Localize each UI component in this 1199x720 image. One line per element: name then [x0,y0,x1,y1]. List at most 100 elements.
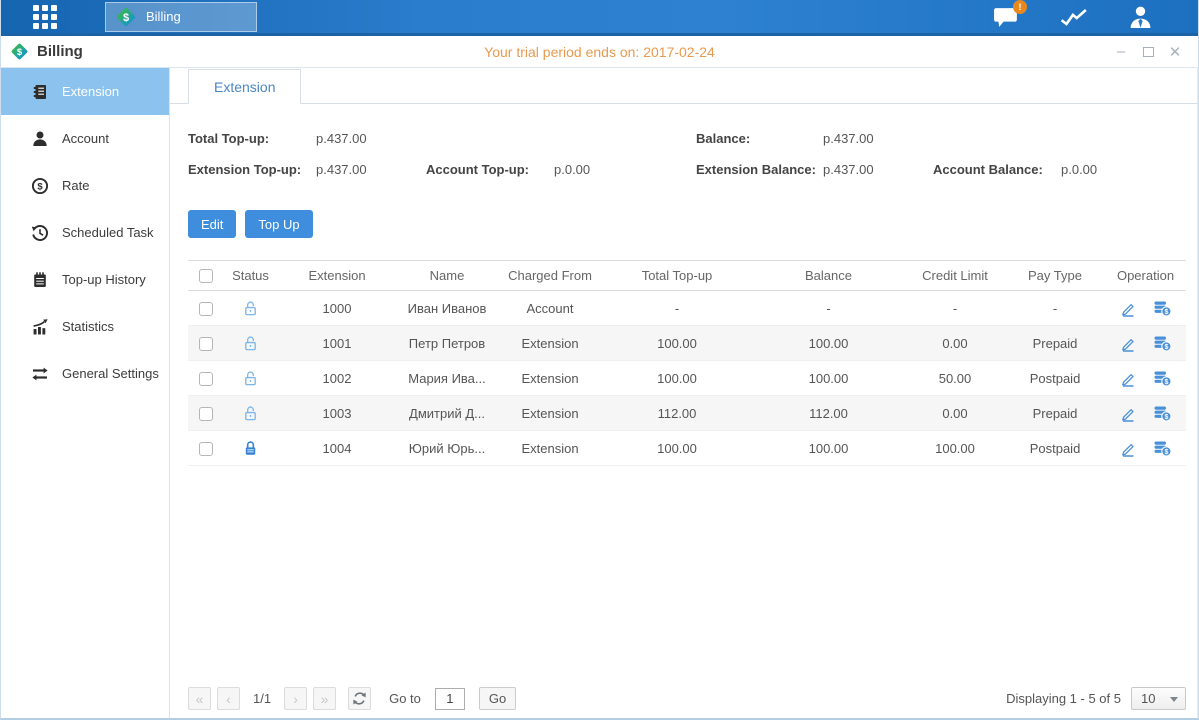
cell-charged-from: Extension [498,441,602,456]
stats-icon [31,318,49,336]
prev-page-button[interactable]: ‹ [217,687,240,710]
main-panel: Extension Total Top-up: p.437.00 Extensi… [169,68,1198,718]
sidebar-label: Account [62,131,109,146]
balance-label: Balance: [696,131,823,146]
sidebar-item-general-settings[interactable]: General Settings [1,350,169,397]
cell-extension: 1000 [278,301,396,316]
sidebar-item-extension[interactable]: Extension [1,68,169,115]
sidebar-item-scheduled-task[interactable]: Scheduled Task [1,209,169,256]
topup-coins-icon[interactable]: $ [1153,439,1172,457]
row-checkbox[interactable] [199,302,213,316]
svg-text:$: $ [17,47,23,58]
next-page-button[interactable]: › [284,687,307,710]
cell-total-topup: - [602,301,752,316]
cell-pay-type: Prepaid [1005,406,1105,421]
sidebar-label: Top-up History [62,272,146,287]
ledger-icon [31,83,49,101]
edit-icon[interactable] [1119,439,1137,457]
cell-balance: 100.00 [752,371,905,386]
table-row: 1001Петр ПетровExtension100.00100.000.00… [188,326,1186,361]
cell-pay-type: - [1005,301,1105,316]
first-page-button[interactable]: « [188,687,211,710]
cell-pay-type: Prepaid [1005,336,1105,351]
select-all-checkbox[interactable] [199,269,213,283]
billing-diamond-icon: $ [115,6,137,28]
reports-chart-icon[interactable] [1060,6,1088,28]
row-checkbox[interactable] [199,337,213,351]
refresh-icon [352,691,367,706]
col-operation: Operation [1105,268,1186,283]
page-size-select[interactable]: 10 [1131,687,1186,710]
topup-coins-icon[interactable]: $ [1153,299,1172,317]
app-window: $ Billing ! [0,0,1199,720]
sidebar-item-rate[interactable]: $ Rate [1,162,169,209]
svg-text:$: $ [1164,414,1168,421]
tab-extension[interactable]: Extension [188,69,301,104]
edit-icon[interactable] [1119,404,1137,422]
row-checkbox[interactable] [199,372,213,386]
goto-label: Go to [389,691,421,706]
cell-name: Петр Петров [396,336,498,351]
account-topup-value: p.0.00 [554,162,590,177]
cell-pay-type: Postpaid [1005,371,1105,386]
extension-topup-value: p.437.00 [316,162,426,177]
status-lock-icon [242,300,259,317]
goto-page-input[interactable] [435,688,465,710]
go-button[interactable]: Go [479,687,516,710]
transfer-arrows-icon [31,365,49,383]
sidebar-label: Scheduled Task [62,225,154,240]
cell-extension: 1003 [278,406,396,421]
topup-coins-icon[interactable]: $ [1153,334,1172,352]
status-lock-icon [242,440,259,457]
apps-grid-icon[interactable] [31,3,59,31]
sidebar-item-topup-history[interactable]: Top-up History [1,256,169,303]
balance-value: p.437.00 [823,131,874,146]
top-up-button[interactable]: Top Up [245,210,312,238]
minimize-icon[interactable]: – [1114,45,1128,59]
row-checkbox[interactable] [199,442,213,456]
sidebar-item-statistics[interactable]: Statistics [1,303,169,350]
edit-button[interactable]: Edit [188,210,236,238]
cell-extension: 1002 [278,371,396,386]
person-glyph [1128,5,1153,29]
taskbar-billing-button[interactable]: $ Billing [105,2,257,32]
maximize-icon[interactable] [1141,45,1155,59]
table-body: 1000Иван ИвановAccount----$1001Петр Петр… [188,291,1186,466]
extension-table: Status Extension Name Charged From Total… [188,260,1186,466]
sidebar-item-account[interactable]: Account [1,115,169,162]
row-checkbox[interactable] [199,407,213,421]
cell-charged-from: Account [498,301,602,316]
svg-text:$: $ [1164,449,1168,456]
displaying-info: Displaying 1 - 5 of 5 [1006,691,1121,706]
tab-strip: Extension [170,68,1197,104]
account-topup-label: Account Top-up: [426,162,554,177]
user-account-icon[interactable] [1128,5,1153,29]
page-size-value: 10 [1141,691,1155,706]
taskbar-billing-label: Billing [146,9,181,24]
trial-notice: Your trial period ends on: 2017-02-24 [484,44,715,60]
sidebar-label: Extension [62,84,119,99]
refresh-button[interactable] [348,687,371,710]
account-balance-label: Account Balance: [933,162,1061,177]
cell-total-topup: 100.00 [602,336,752,351]
last-page-button[interactable]: » [313,687,336,710]
topup-coins-icon[interactable]: $ [1153,369,1172,387]
svg-text:$: $ [37,181,43,192]
col-credit-limit: Credit Limit [905,268,1005,283]
status-lock-icon [242,405,259,422]
edit-icon[interactable] [1119,334,1137,352]
cell-charged-from: Extension [498,336,602,351]
col-name: Name [396,268,498,283]
cell-credit-limit: 0.00 [905,336,1005,351]
col-charged-from: Charged From [498,268,602,283]
edit-icon[interactable] [1119,369,1137,387]
topup-coins-icon[interactable]: $ [1153,404,1172,422]
svg-text:$: $ [1164,379,1168,386]
close-icon[interactable]: ✕ [1168,45,1182,59]
notifications-chat-icon[interactable]: ! [993,6,1020,28]
toolbar: Edit Top Up [188,210,1186,238]
edit-icon[interactable] [1119,299,1137,317]
notification-badge: ! [1013,0,1027,14]
sidebar-label: General Settings [62,366,159,381]
cell-charged-from: Extension [498,406,602,421]
